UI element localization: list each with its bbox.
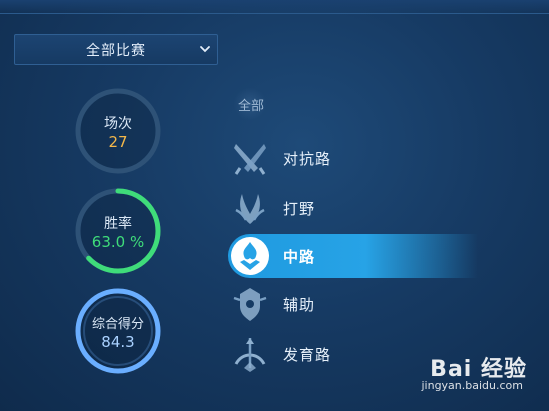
crossed-swords-icon: [234, 144, 266, 175]
role-filter-all-label: 全部: [237, 98, 264, 114]
score-value: 84.3: [101, 333, 135, 351]
flame-crystal-icon: [231, 237, 269, 275]
role-filter-all[interactable]: 全部: [231, 88, 271, 120]
win-rate-value: 63.0 %: [91, 233, 145, 251]
match-filter-label: 全部比赛: [86, 42, 146, 59]
win-rate-stat: 胜率 63.0 %: [72, 185, 164, 277]
role-item-top-lane[interactable]: 对抗路: [228, 136, 478, 180]
matches-value: 27: [108, 133, 128, 151]
bow-arrow-icon: [234, 338, 266, 372]
win-rate-label: 胜率: [104, 216, 132, 232]
role-item-jungle[interactable]: 打野: [228, 186, 478, 230]
role-label: 中路: [283, 248, 316, 266]
top-bar: [0, 0, 549, 14]
match-filter-dropdown[interactable]: 全部比赛: [14, 34, 218, 65]
watermark-url: jingyan.baidu.com: [421, 379, 523, 392]
score-label: 综合得分: [91, 317, 144, 332]
matches-stat: 场次 27: [72, 85, 164, 177]
role-item-support[interactable]: 辅助: [228, 282, 478, 326]
shield-helmet-icon: [233, 288, 267, 321]
claw-leaf-icon: [235, 194, 265, 224]
role-label: 发育路: [283, 346, 332, 364]
role-label: 辅助: [283, 296, 316, 314]
matches-label: 场次: [104, 116, 132, 132]
role-label: 打野: [283, 200, 316, 218]
chevron-down-icon: [200, 46, 210, 53]
score-stat: 综合得分 84.3: [72, 285, 164, 377]
baidu-watermark: Bai 经验 jingyan.baidu.com: [387, 351, 527, 395]
role-label: 对抗路: [283, 150, 332, 168]
role-item-mid-lane[interactable]: 中路: [228, 234, 478, 278]
